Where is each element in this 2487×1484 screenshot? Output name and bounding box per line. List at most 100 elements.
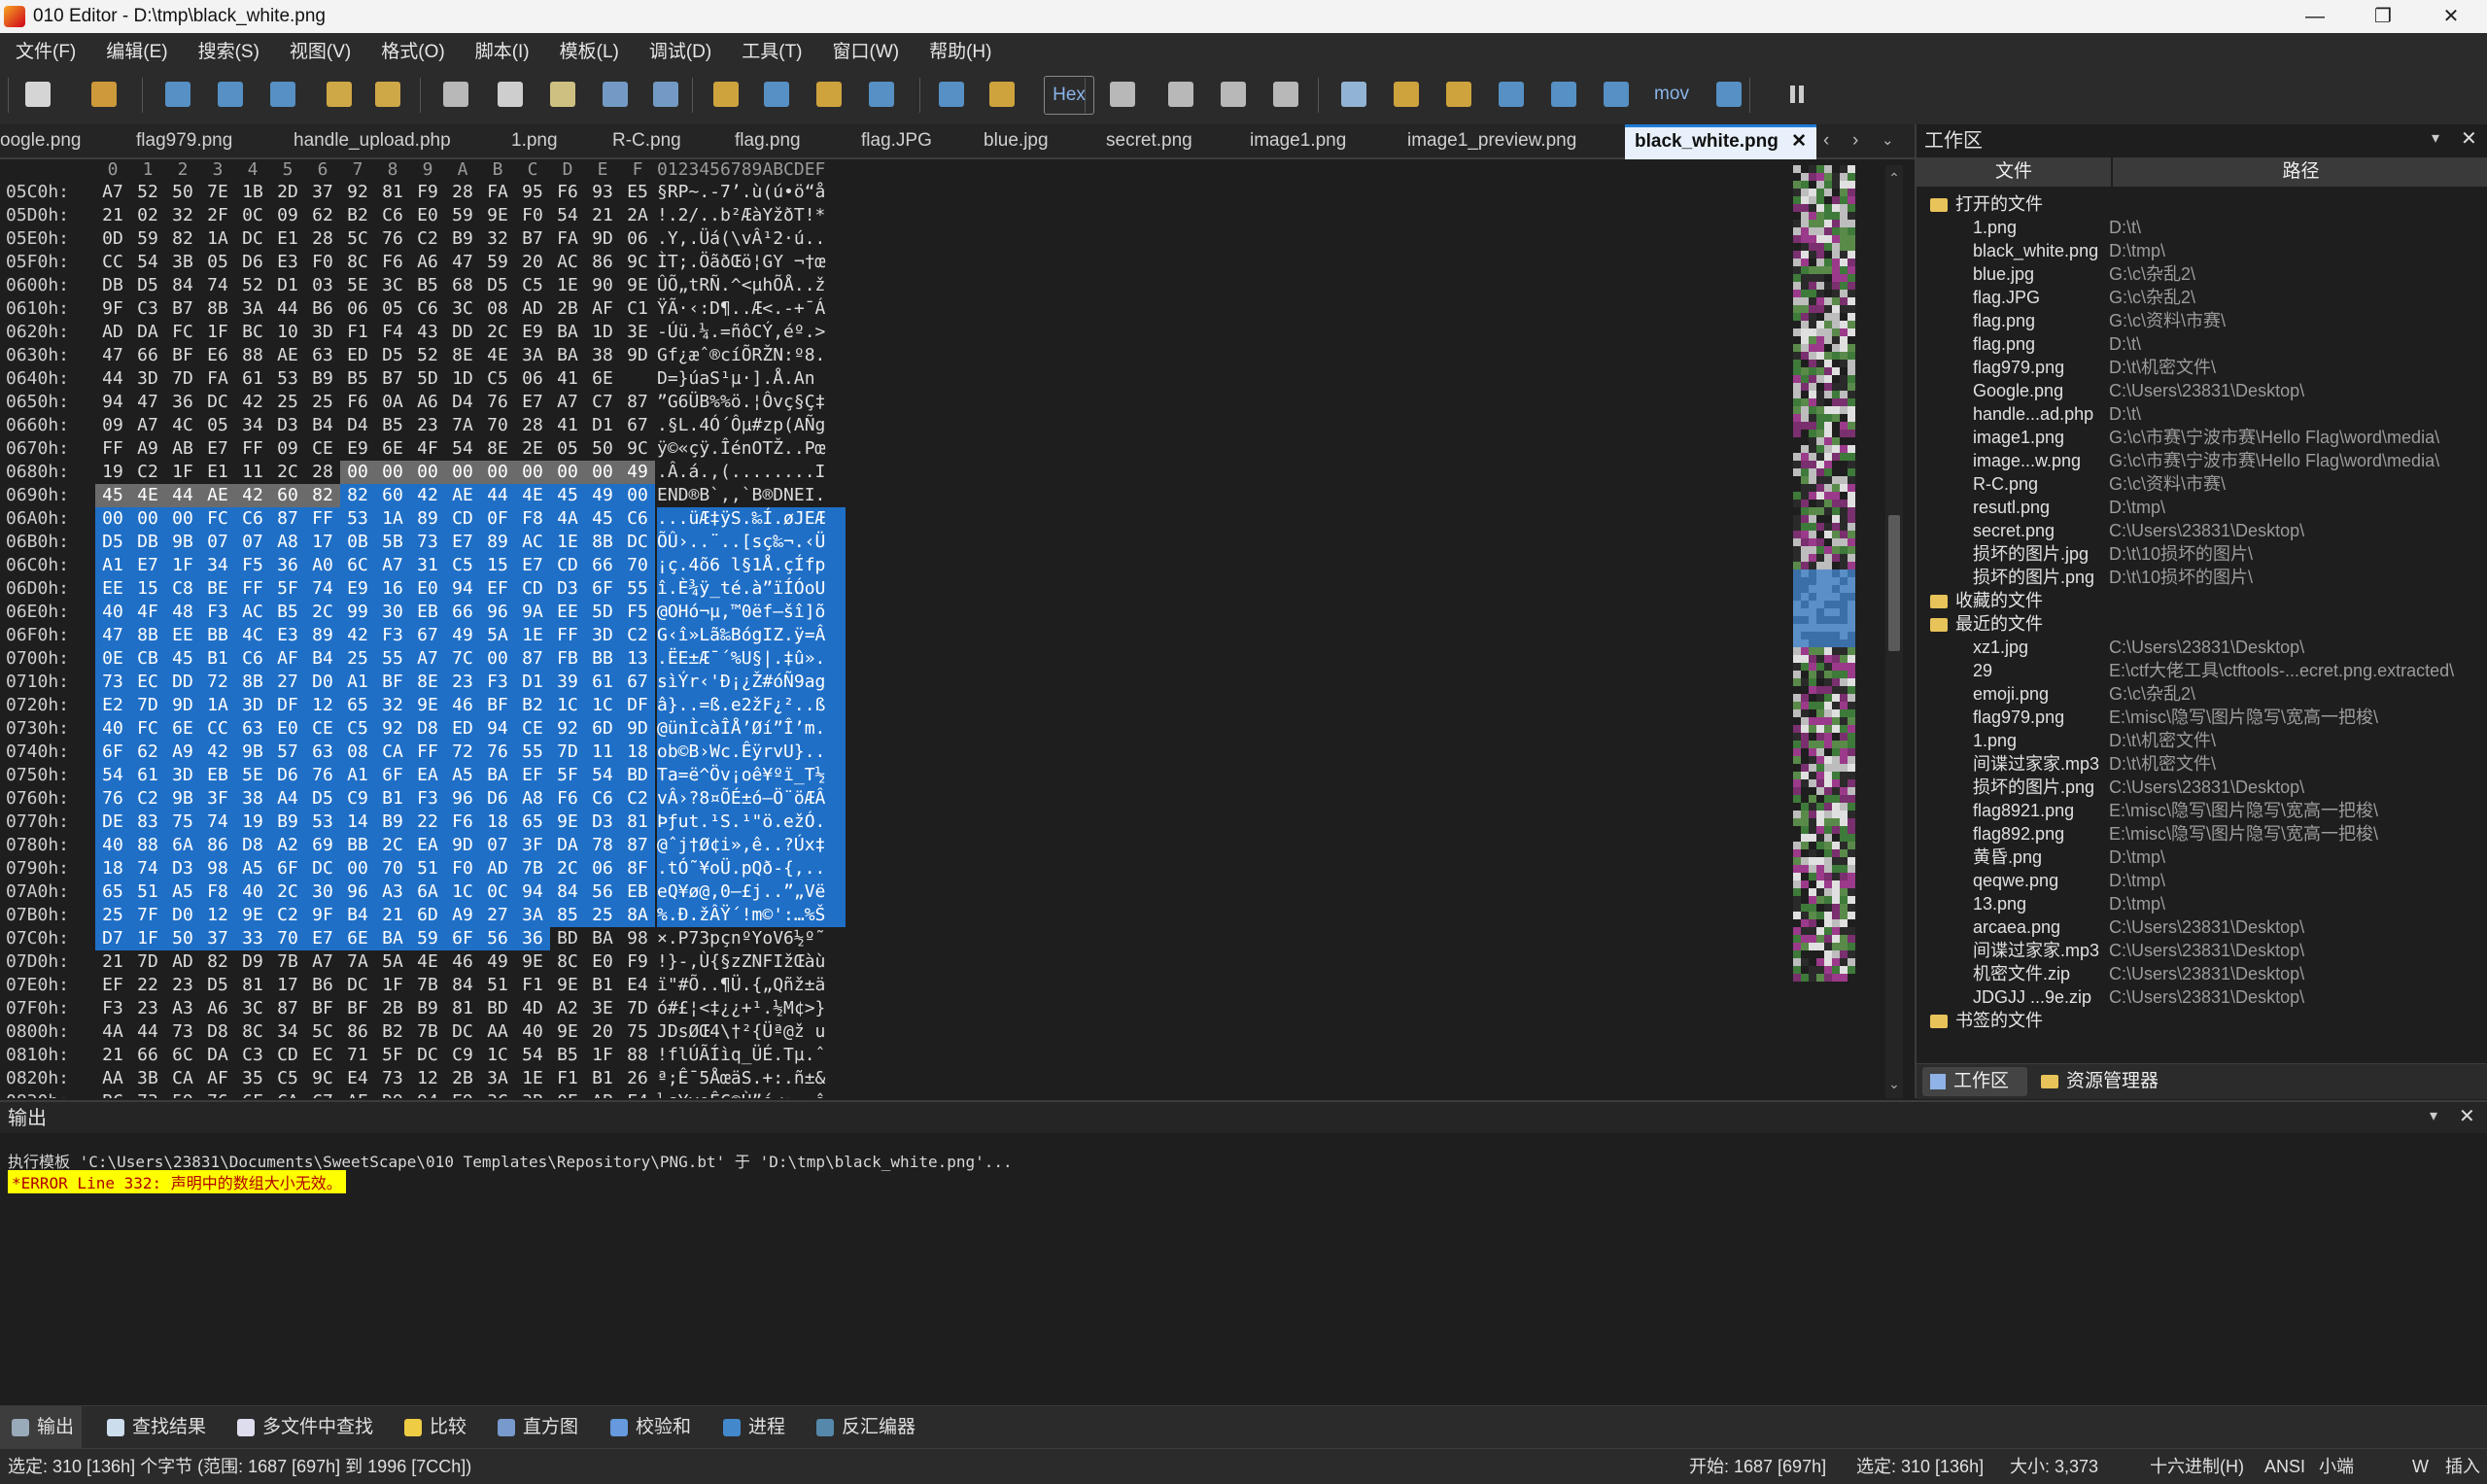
- hex-byte[interactable]: 45: [165, 647, 200, 671]
- hex-byte[interactable]: 1F: [165, 461, 200, 484]
- hex-byte[interactable]: A2: [550, 997, 585, 1020]
- hex-byte[interactable]: E4: [620, 974, 655, 997]
- hex-byte[interactable]: CD: [270, 1044, 305, 1067]
- hex-byte[interactable]: FA: [550, 227, 585, 251]
- undo-icon[interactable]: [597, 76, 634, 113]
- hex-row-text[interactable]: !.2/..b²ÆàYžðT!*: [657, 204, 846, 227]
- workspace-file-row[interactable]: 29 E:\ctf大佬工具\ctftools-...ecret.png.extra…: [1917, 659, 2487, 682]
- hex-row-text[interactable]: ¡ç.4õ6 l§1Å.çÍfp: [657, 554, 846, 577]
- redo-icon[interactable]: [647, 76, 684, 113]
- hex-byte[interactable]: 9E: [550, 811, 585, 834]
- hex-byte[interactable]: 65: [340, 694, 375, 717]
- workspace-file-row[interactable]: image1.png G:\c\市赛\宁波市赛\Hello Flag\word\m…: [1917, 426, 2487, 449]
- hex-byte[interactable]: 30: [375, 601, 410, 624]
- hex-byte[interactable]: 89: [410, 507, 445, 531]
- hex-byte[interactable]: 84: [550, 880, 585, 904]
- hex-byte[interactable]: 82: [200, 950, 235, 974]
- hex-byte[interactable]: 46: [445, 694, 480, 717]
- hex-byte[interactable]: B5: [550, 1044, 585, 1067]
- hex-byte[interactable]: 32: [165, 204, 200, 227]
- hex-byte[interactable]: A6: [410, 251, 445, 274]
- hex-byte[interactable]: 1C: [550, 694, 585, 717]
- hex-byte[interactable]: 00: [375, 461, 410, 484]
- hex-byte[interactable]: 9B: [165, 531, 200, 554]
- hex-byte[interactable]: 6D: [585, 717, 620, 741]
- hex-byte[interactable]: 72: [200, 671, 235, 694]
- hex-byte[interactable]: 03: [305, 274, 340, 297]
- hex-byte[interactable]: A6: [410, 391, 445, 414]
- hex-byte[interactable]: 92: [340, 181, 375, 204]
- run-script-icon[interactable]: [933, 76, 970, 113]
- hex-byte[interactable]: 59: [165, 1090, 200, 1098]
- hex-byte[interactable]: 28: [515, 414, 550, 437]
- hex-byte[interactable]: 7D: [550, 741, 585, 764]
- tab-scroll-left-icon[interactable]: ‹: [1823, 124, 1829, 157]
- hex-byte[interactable]: AD: [165, 950, 200, 974]
- hex-byte[interactable]: EB: [620, 880, 655, 904]
- minimize-button[interactable]: —: [2281, 0, 2349, 33]
- hex-row-text[interactable]: @ünÌcàÎÅ’Øí”Î’m.: [657, 717, 846, 741]
- hex-byte[interactable]: DA: [200, 1044, 235, 1067]
- hex-byte[interactable]: 81: [235, 974, 270, 997]
- hex-byte[interactable]: 7A: [445, 414, 480, 437]
- hex-byte[interactable]: 3D: [305, 321, 340, 344]
- hex-byte[interactable]: 0C: [480, 880, 515, 904]
- hex-byte[interactable]: 69: [305, 834, 340, 857]
- hex-byte[interactable]: C2: [130, 787, 165, 811]
- menu-format[interactable]: 格式(O): [365, 37, 459, 63]
- hex-byte[interactable]: 34: [235, 414, 270, 437]
- hex-byte[interactable]: 71: [340, 1044, 375, 1067]
- inspector-icon[interactable]: [1388, 76, 1425, 113]
- hex-byte[interactable]: 0D: [95, 227, 130, 251]
- hex-byte[interactable]: 05: [550, 437, 585, 461]
- hex-byte[interactable]: DA: [550, 834, 585, 857]
- hex-byte[interactable]: EF: [95, 974, 130, 997]
- hex-byte[interactable]: A7: [410, 647, 445, 671]
- hex-byte[interactable]: DD: [445, 321, 480, 344]
- hex-byte[interactable]: 2C: [375, 834, 410, 857]
- hex-byte[interactable]: E7: [200, 437, 235, 461]
- workspace-file-row[interactable]: qeqwe.png D:\tmp\: [1917, 869, 2487, 892]
- hex-byte[interactable]: 96: [340, 880, 375, 904]
- hex-byte[interactable]: 7B: [270, 950, 305, 974]
- hex-byte[interactable]: 25: [340, 647, 375, 671]
- status-endian[interactable]: 小端: [2319, 1449, 2354, 1484]
- tab-image1-preview[interactable]: image1_preview.png: [1407, 124, 1576, 157]
- hex-byte[interactable]: F8: [515, 507, 550, 531]
- workspace-file-row[interactable]: flag.png D:\t\: [1917, 332, 2487, 356]
- hex-byte[interactable]: D5: [375, 344, 410, 367]
- hex-byte[interactable]: 47: [95, 624, 130, 647]
- hex-byte[interactable]: 2F: [200, 204, 235, 227]
- hex-byte[interactable]: 00: [585, 461, 620, 484]
- hex-byte[interactable]: F3: [375, 624, 410, 647]
- hex-byte[interactable]: 82: [305, 484, 340, 507]
- hex-byte[interactable]: 8B: [585, 531, 620, 554]
- hex-byte[interactable]: 59: [130, 227, 165, 251]
- save-icon[interactable]: [159, 76, 196, 113]
- hex-byte[interactable]: 8F: [620, 857, 655, 880]
- tab-google[interactable]: oogle.png: [0, 124, 81, 157]
- tab-list-icon[interactable]: ⌄: [1882, 124, 1894, 157]
- hex-byte[interactable]: 86: [340, 1020, 375, 1044]
- hex-byte[interactable]: 76: [305, 764, 340, 787]
- hex-byte[interactable]: DB: [130, 531, 165, 554]
- hex-row-text[interactable]: â}..=ß.e2žF¿²..ß: [657, 694, 846, 717]
- goto-icon[interactable]: [863, 76, 900, 113]
- hex-byte[interactable]: A7: [95, 181, 130, 204]
- hex-byte[interactable]: 73: [410, 531, 445, 554]
- hex-byte[interactable]: 20: [585, 1020, 620, 1044]
- hex-byte[interactable]: C5: [340, 717, 375, 741]
- menu-tools[interactable]: 工具(T): [726, 37, 816, 63]
- hex-byte[interactable]: 70: [375, 857, 410, 880]
- hex-byte[interactable]: 73: [375, 1067, 410, 1090]
- hex-byte[interactable]: 9D: [165, 694, 200, 717]
- hex-byte[interactable]: C7: [585, 391, 620, 414]
- hex-row-text[interactable]: eQ¥ø@,0–£j..”„Vë: [657, 880, 846, 904]
- hex-byte[interactable]: 5E: [235, 764, 270, 787]
- hex-icon[interactable]: Hex: [1044, 76, 1094, 115]
- tab-blue[interactable]: blue.jpg: [984, 124, 1049, 157]
- hex-byte[interactable]: 00: [515, 461, 550, 484]
- workspace-file-row[interactable]: 13.png D:\tmp\: [1917, 892, 2487, 915]
- hex-byte[interactable]: 75: [620, 1020, 655, 1044]
- hex-byte[interactable]: 00: [480, 647, 515, 671]
